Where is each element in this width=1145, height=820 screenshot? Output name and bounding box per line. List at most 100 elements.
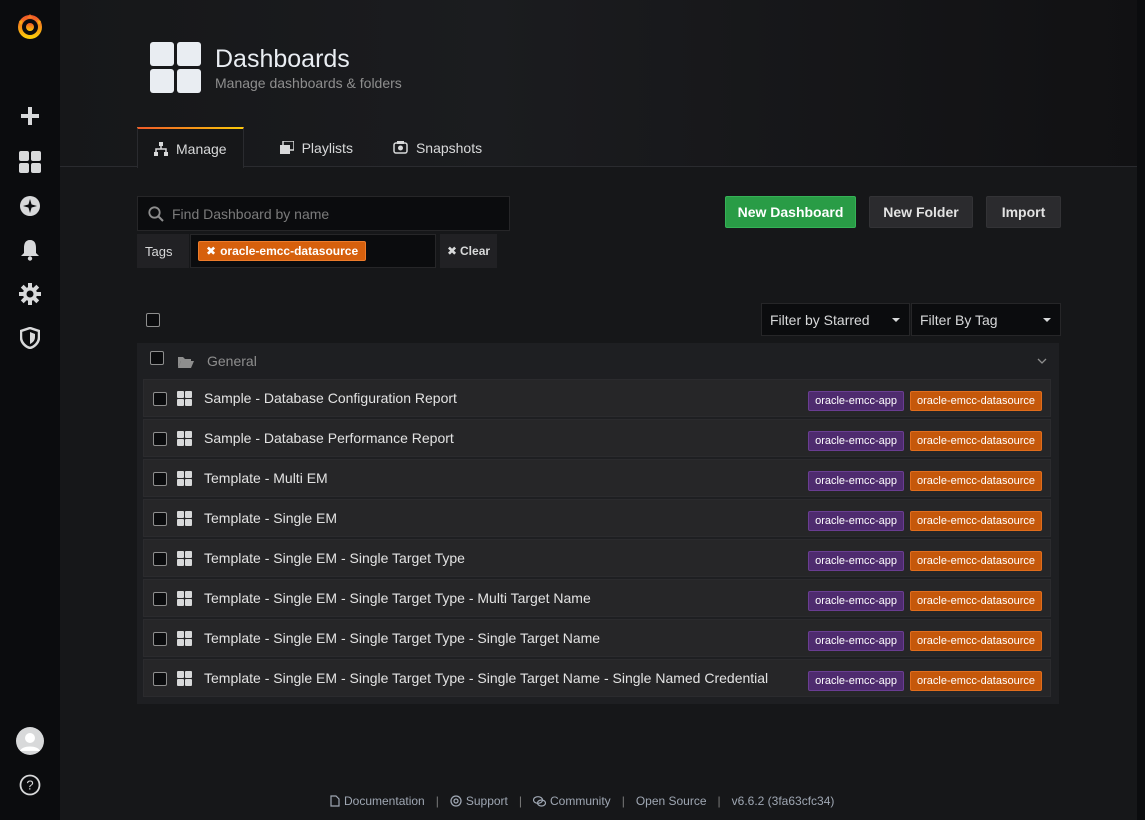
chevron-down-icon[interactable]	[1037, 358, 1047, 364]
dashboard-row[interactable]: Template - Single EM - Single Target Typ…	[143, 579, 1051, 617]
folder-name: General	[207, 353, 257, 369]
footer: Documentation | Support | Community | Op…	[330, 794, 834, 808]
document-icon	[330, 795, 340, 807]
version-label: v6.6.2 (3fa63cfc34)	[731, 794, 835, 808]
tag-badge[interactable]: oracle-emcc-app	[808, 551, 904, 571]
tag-badge[interactable]: oracle-emcc-app	[808, 391, 904, 411]
search-box[interactable]	[137, 196, 510, 231]
dashboard-tags: oracle-emcc-app oracle-emcc-datasource	[808, 431, 1042, 451]
bell-alerting-icon[interactable]	[14, 234, 46, 266]
tag-badge[interactable]: oracle-emcc-app	[808, 591, 904, 611]
help-question-icon[interactable]: ?	[14, 769, 46, 801]
dashboard-grid-icon	[177, 511, 192, 526]
lifebuoy-icon	[450, 795, 462, 807]
dashboard-row[interactable]: Template - Single EM - Single Target Typ…	[143, 659, 1051, 697]
open-source-link[interactable]: Open Source	[636, 794, 707, 808]
community-link[interactable]: Community	[533, 794, 611, 808]
dashboard-grid-icon	[177, 631, 192, 646]
folder-row-general[interactable]: General	[137, 343, 1059, 379]
dashboard-row[interactable]: Sample - Database Performance Report orac…	[143, 419, 1051, 457]
dashboard-row[interactable]: Template - Single EM oracle-emcc-app oracl…	[143, 499, 1051, 537]
dashboard-checkbox[interactable]	[153, 592, 167, 606]
dashboard-title: Template - Single EM - Single Target Typ…	[204, 550, 465, 566]
tab-playlists[interactable]: Playlists	[264, 127, 369, 168]
support-label: Support	[465, 794, 508, 808]
dashboard-checkbox[interactable]	[153, 472, 167, 486]
tag-badge[interactable]: oracle-emcc-datasource	[910, 551, 1042, 571]
plus-icon[interactable]	[14, 100, 46, 132]
dashboard-checkbox[interactable]	[153, 552, 167, 566]
user-avatar[interactable]	[14, 725, 46, 757]
dashboard-title: Template - Single EM - Single Target Typ…	[204, 670, 769, 686]
import-button[interactable]: Import	[986, 196, 1061, 228]
new-dashboard-button[interactable]: New Dashboard	[725, 196, 856, 228]
footer-separator: |	[518, 794, 522, 808]
playlist-icon	[279, 141, 294, 154]
select-all-checkbox[interactable]	[146, 313, 160, 327]
dashboard-row[interactable]: Template - Single EM - Single Target Typ…	[143, 619, 1051, 657]
tab-manage[interactable]: Manage	[137, 127, 244, 168]
tags-select[interactable]: ✖ oracle-emcc-datasource	[190, 234, 436, 268]
dashboard-row[interactable]: Template - Multi EM oracle-emcc-app oracle…	[143, 459, 1051, 497]
caret-down-icon	[892, 318, 900, 322]
documentation-label: Documentation	[344, 794, 425, 808]
filter-tag-select[interactable]: Filter By Tag	[911, 303, 1061, 336]
footer-separator: |	[621, 794, 625, 808]
dashboard-grid-icon	[177, 471, 192, 486]
shield-icon[interactable]	[14, 322, 46, 354]
tag-badge[interactable]: oracle-emcc-app	[808, 671, 904, 691]
scrollbar[interactable]	[1137, 0, 1145, 820]
documentation-link[interactable]: Documentation	[330, 794, 425, 808]
gear-icon[interactable]	[14, 278, 46, 310]
selected-tag[interactable]: ✖ oracle-emcc-datasource	[198, 241, 367, 261]
tag-badge[interactable]: oracle-emcc-datasource	[910, 471, 1042, 491]
dashboard-checkbox[interactable]	[153, 512, 167, 526]
dashboard-title: Template - Single EM	[204, 510, 338, 526]
footer-separator: |	[435, 794, 439, 808]
dashboard-row[interactable]: Template - Single EM - Single Target Typ…	[143, 539, 1051, 577]
explore-compass-icon[interactable]	[14, 190, 46, 222]
tags-label: Tags	[137, 234, 189, 268]
grafana-logo-icon[interactable]	[14, 11, 46, 43]
sitemap-icon	[154, 141, 168, 156]
tag-badge[interactable]: oracle-emcc-app	[808, 511, 904, 531]
tag-badge[interactable]: oracle-emcc-datasource	[910, 671, 1042, 691]
dashboard-tags: oracle-emcc-app oracle-emcc-datasource	[808, 591, 1042, 611]
tag-badge[interactable]: oracle-emcc-datasource	[910, 591, 1042, 611]
dashboard-title: Sample - Database Performance Report	[204, 430, 454, 446]
folder-checkbox[interactable]	[150, 351, 164, 365]
tab-snapshots-label: Snapshots	[415, 139, 483, 156]
dashboard-tags: oracle-emcc-app oracle-emcc-datasource	[808, 551, 1042, 571]
footer-separator: |	[717, 794, 721, 808]
dashboard-tags: oracle-emcc-app oracle-emcc-datasource	[808, 631, 1042, 651]
dashboard-checkbox[interactable]	[153, 392, 167, 406]
sidebar: ?	[0, 0, 60, 820]
tag-badge[interactable]: oracle-emcc-datasource	[910, 631, 1042, 651]
filter-tag-label: Filter By Tag	[920, 311, 998, 328]
remove-tag-icon[interactable]: ✖	[206, 244, 216, 258]
tag-badge[interactable]: oracle-emcc-datasource	[910, 391, 1042, 411]
tag-badge[interactable]: oracle-emcc-app	[808, 631, 904, 651]
tag-badge[interactable]: oracle-emcc-datasource	[910, 431, 1042, 451]
clear-tags-button[interactable]: ✖ Clear	[440, 234, 497, 268]
tag-badge[interactable]: oracle-emcc-app	[808, 431, 904, 451]
new-folder-button[interactable]: New Folder	[869, 196, 973, 228]
filter-starred-select[interactable]: Filter by Starred	[761, 303, 910, 336]
dashboards-icon[interactable]	[14, 146, 46, 178]
tag-badge[interactable]: oracle-emcc-app	[808, 471, 904, 491]
tab-playlists-label: Playlists	[301, 139, 353, 156]
dashboard-tags: oracle-emcc-app oracle-emcc-datasource	[808, 671, 1042, 691]
search-input[interactable]	[172, 205, 492, 222]
page-subtitle: Manage dashboards & folders	[215, 75, 402, 91]
tab-manage-label: Manage	[176, 140, 227, 157]
dashboard-checkbox[interactable]	[153, 632, 167, 646]
svg-text:?: ?	[26, 778, 33, 793]
main-content: Dashboards Manage dashboards & folders M…	[60, 0, 1137, 820]
dashboard-row[interactable]: Sample - Database Configuration Report or…	[143, 379, 1051, 417]
support-link[interactable]: Support	[450, 794, 508, 808]
tag-badge[interactable]: oracle-emcc-datasource	[910, 511, 1042, 531]
dashboard-checkbox[interactable]	[153, 432, 167, 446]
dashboard-checkbox[interactable]	[153, 672, 167, 686]
tab-snapshots[interactable]: Snapshots	[377, 127, 498, 168]
clear-label: Clear	[460, 244, 491, 258]
